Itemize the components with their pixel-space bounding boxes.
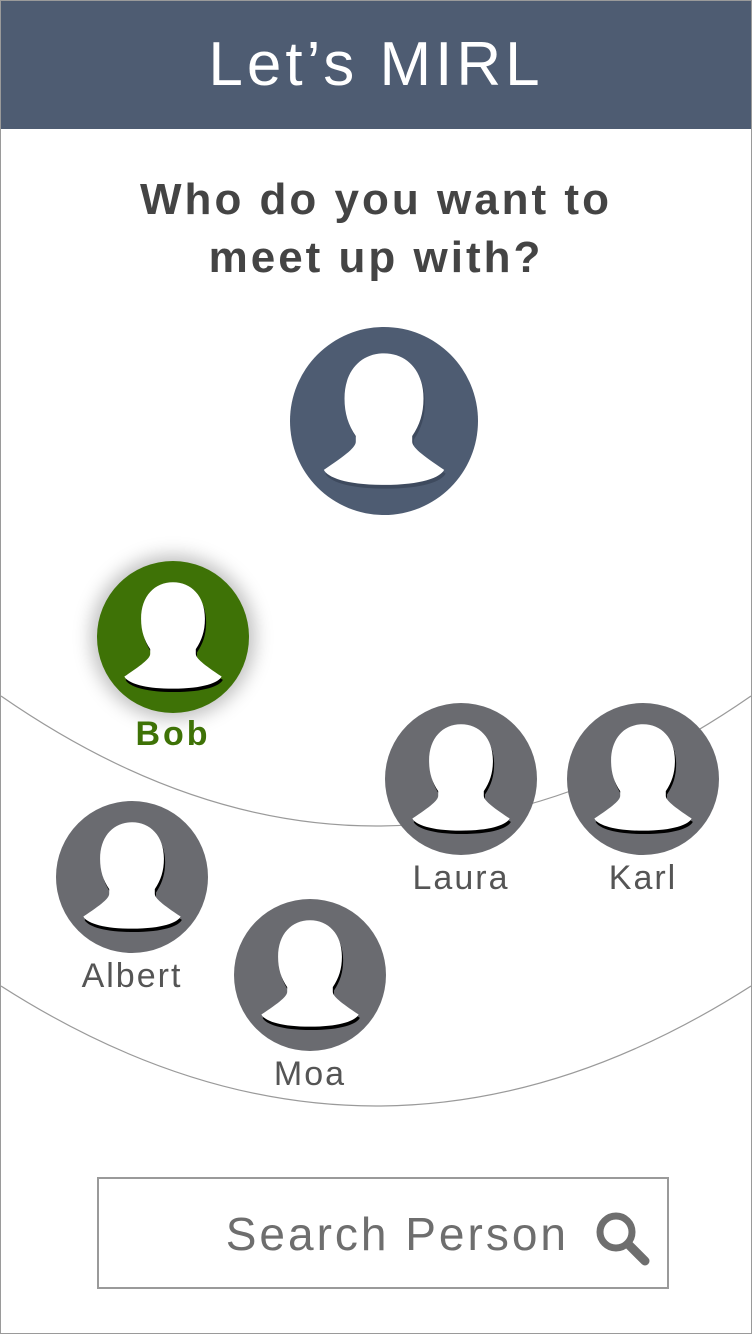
person-avatar-icon	[594, 724, 693, 835]
contact-avatar-karl[interactable]	[567, 703, 719, 855]
contact-avatar-moa[interactable]	[234, 899, 386, 1051]
search-person-input[interactable]	[109, 1199, 569, 1269]
contact-avatar-albert[interactable]	[56, 801, 208, 953]
contact-name-albert: Albert	[81, 957, 183, 995]
person-avatar-icon	[83, 822, 182, 933]
contact-name-bob: Bob	[135, 715, 211, 753]
contact-name-moa: Moa	[273, 1055, 347, 1093]
app-screen: Let’s MIRL Who do you want to meet up wi…	[0, 0, 752, 1334]
person-avatar-icon	[261, 920, 360, 1031]
person-avatar-icon	[412, 724, 511, 835]
search-icon[interactable]	[593, 1209, 651, 1267]
my-avatar[interactable]	[290, 327, 478, 515]
person-avatar-icon	[323, 353, 446, 489]
contact-avatar-bob[interactable]	[97, 561, 249, 713]
person-avatar-icon	[124, 582, 223, 693]
contact-avatar-laura[interactable]	[385, 703, 537, 855]
contact-name-karl: Karl	[608, 859, 678, 897]
contact-name-laura: Laura	[412, 859, 510, 897]
search-person-box[interactable]	[97, 1177, 669, 1289]
